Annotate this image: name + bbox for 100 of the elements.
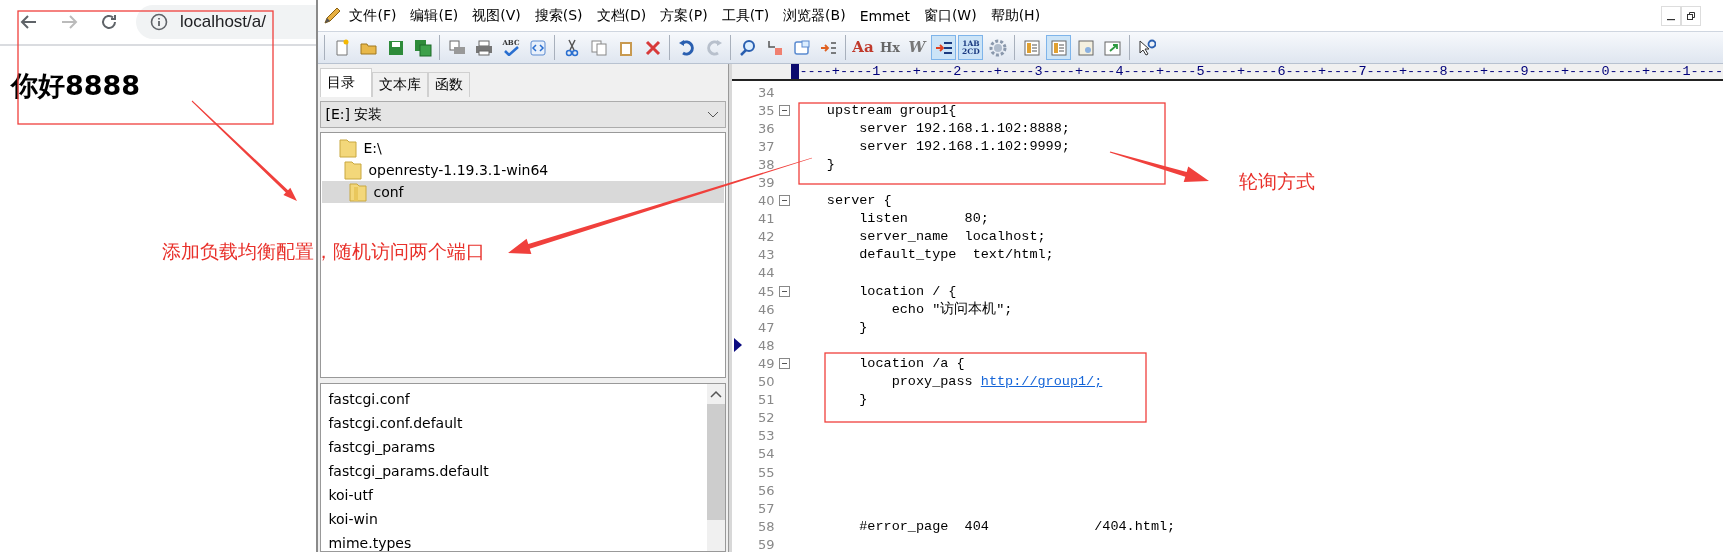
chevron-down-icon [707,110,720,119]
pencil-icon [322,5,343,26]
line-number: 46 [756,301,775,317]
line-number: 58 [756,518,775,534]
menu-item[interactable]: 文档(D) [589,6,654,25]
line-number: 47 [756,319,775,335]
code-text: } [825,156,835,172]
code-text: } [858,319,868,335]
annotation-text: 添加负载均衡配置，随机访问两个端口 [162,239,485,264]
annotation-text: 轮询方式 [1239,169,1315,194]
toolbar-button[interactable]: Hx [877,35,903,60]
menu-item[interactable]: 视图(V) [465,6,528,25]
line-number: 35 [756,102,775,118]
collapse-icon[interactable] [779,285,791,297]
file-item[interactable]: mime.types [328,531,708,552]
output-window-icon [1103,38,1122,57]
line-number: 34 [756,84,775,100]
line-number: 51 [756,392,775,408]
clip-window-icon [1076,38,1095,57]
restore-icon [1686,10,1696,21]
restore-button[interactable] [1681,5,1701,26]
panel-icon [1049,38,1068,57]
code-text: listen 80; [858,211,989,227]
info-icon [150,13,168,31]
code-text: server_name localhost; [858,229,1046,245]
code-text: } [858,392,868,408]
line-number: 43 [756,247,775,263]
window-icon [792,38,811,57]
file-item[interactable]: fastcgi_params [328,435,708,459]
code-text: upstream group1{ [825,102,957,118]
search-icon [738,38,757,57]
heading-icon: Hx [879,41,900,54]
page-heading: 你好8888 [11,69,142,103]
toolbar-button[interactable]: W [904,35,930,60]
collapse-icon[interactable] [779,104,791,116]
italic-letter-icon: W [908,40,926,55]
scrollbar[interactable] [707,384,726,551]
line-number: 49 [756,355,775,371]
drive-dropdown[interactable]: [E:] 安装 [320,101,727,128]
line-number: 41 [756,211,775,227]
menu-item[interactable]: 浏览器(B) [776,6,853,25]
redo-icon [704,38,723,57]
file-item[interactable]: fastcgi.conf.default [328,411,708,435]
menu-item[interactable]: 工具(T) [714,6,777,25]
line-number: 48 [756,337,775,353]
file-item[interactable]: koi-win [328,507,708,531]
code-text: location / { [858,283,957,299]
file-item[interactable]: koi-utf [328,483,708,507]
line-number: 40 [756,193,775,209]
code-text: location /a { [858,355,965,371]
code-text: server { [825,193,892,209]
code-text: default_type text/html; [858,247,1054,263]
replace-icon [765,38,784,57]
menu-item[interactable]: Emmet [852,7,917,24]
collapse-icon[interactable] [779,357,791,369]
code-preview-icon [528,38,547,57]
floppies-icon [413,38,432,57]
file-item[interactable]: fastcgi_params.default [328,459,708,483]
panel-tab[interactable]: 目录 [320,68,373,97]
reload-icon [99,12,119,32]
line-number: 56 [756,482,775,498]
print-preview-icon [447,38,466,57]
menu-item[interactable]: 编辑(E) [403,6,466,25]
tree-item[interactable]: E:\ [322,137,725,159]
menu-item[interactable]: 帮助(H) [983,6,1048,25]
line-number: 59 [756,536,775,552]
menu-item[interactable]: 窗口(W) [916,6,984,25]
line-number: 39 [756,175,775,190]
undo-icon [677,38,696,57]
panel-tab[interactable]: 函数 [428,72,471,97]
panel-icon [1022,38,1041,57]
file-item[interactable]: fastcgi.conf [328,387,708,411]
code-text: proxy_pass [890,374,974,390]
font-size-icon: Aa [852,40,874,55]
line-number: 42 [756,229,775,245]
tree-item[interactable]: conf [322,181,725,203]
address-bar[interactable]: localhost/a/ [136,5,317,39]
menu-item[interactable]: 搜索(S) [527,6,590,25]
floppy-icon [386,38,405,57]
delete-icon [643,38,662,57]
code-link[interactable]: http://group1/; [980,374,1103,390]
line-number: 38 [756,156,775,172]
line-number: 55 [756,464,775,480]
line-number: 45 [756,283,775,299]
scroll-up-icon [710,390,723,398]
help-pointer-icon [1137,38,1156,57]
line-number: 50 [756,374,775,390]
toolbar-button[interactable]: Aa [850,35,876,60]
folder-icon [344,160,363,180]
tree-item[interactable]: openresty-1.19.3.1-win64 [322,159,725,181]
folder-icon [339,138,358,158]
collapse-icon[interactable] [779,195,791,207]
minimize-icon [1667,18,1675,21]
toolbar-button[interactable] [931,35,957,60]
panel-tab[interactable]: 文本库 [372,72,429,97]
line-number: 54 [756,446,775,462]
code-text: #error_page 404 /404.html; [858,518,1176,534]
menu-item[interactable]: 文件(F) [342,6,404,25]
menu-item[interactable]: 方案(P) [653,6,715,25]
code-text: server 192.168.1.102:9999; [858,138,1070,154]
